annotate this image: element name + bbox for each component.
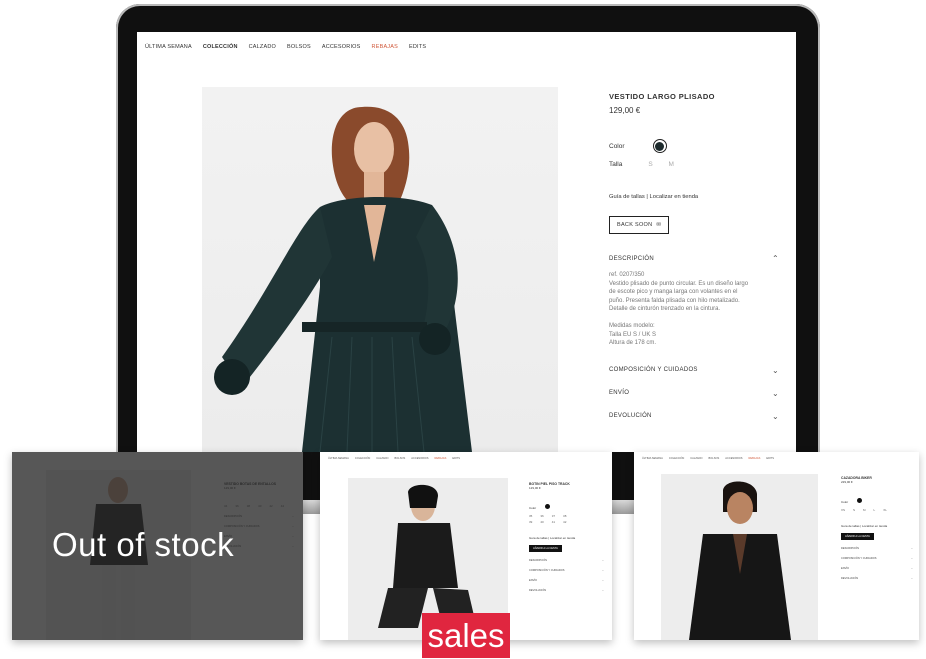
size-option-m[interactable]: M [669,161,674,168]
color-label: Color [609,142,625,150]
model-illustration [689,481,791,640]
product-title: VESTIDO LARGO PLISADO [609,92,715,101]
color-row: Color [609,139,779,153]
card-out-of-stock[interactable]: VESTIDO BOTAS DE ENTALLOS 129,00 € 34363… [12,452,303,640]
laptop-screen: ÚLTIMA SEMANA COLECCIÓN CALZADO BOLSOS A… [137,32,796,452]
chevron-down-icon: ⌄ [771,411,779,421]
product-info: VESTIDO LARGO PLISADO 129,00 € Color Tal… [609,92,779,421]
size-row: Talla S M [609,161,779,168]
size-option-s[interactable]: S [648,161,652,168]
chevron-down-icon: ⌄ [771,388,779,398]
chevron-up-icon: ⌃ [771,254,779,263]
sales-badge: sales [422,613,510,658]
card-sales[interactable]: ÚLTIMA SEMANA COLECCIÓN CALZADO BOLSOS ACCES… [320,452,612,640]
card-b-nav: ÚLTIMA SEMANA COLECCIÓN CALZADO BOLSOS ACCES… [328,457,460,460]
nav-calzado[interactable]: CALZADO [249,44,276,50]
card-c-sizes: XS S M L XL [841,508,887,512]
mail-icon: ✉ [656,222,662,228]
back-soon-label: BACK SOON [617,222,653,228]
card-b-info: BOTIN PIEL PISO TRACK 129,00 € Color 35 3… [529,482,604,592]
add-to-cart-button[interactable]: AÑADIR A LA CESTA [529,545,562,552]
description-text: ref. 0207/350 Vestido plisado de punto c… [609,272,749,347]
nav-coleccion[interactable]: COLECCIÓN [203,44,238,50]
description-header[interactable]: DESCRIPCIÓN ⌃ [609,254,779,263]
nav-ultima-semana[interactable]: ÚLTIMA SEMANA [145,44,192,50]
description-title: DESCRIPCIÓN [609,255,654,262]
product-price: 129,00 € [609,106,641,115]
card-c-info: CAZADORA BIKER 229,00 € Color XS S M L XL Gu… [841,476,913,580]
out-of-stock-label: Out of stock [52,526,235,563]
card-b-color: Color [529,504,604,510]
back-soon-button[interactable]: BACK SOON ✉ [609,216,670,234]
color-swatch-dot [655,141,665,151]
card-b-sizes: 35 36 37 38 [529,514,567,518]
main-nav: ÚLTIMA SEMANA COLECCIÓN CALZADO BOLSOS A… [145,44,426,50]
nav-edits[interactable]: EDITS [409,44,426,50]
description-section: DESCRIPCIÓN ⌃ ref. 0207/350 Vestido plis… [609,254,779,348]
guide-links[interactable]: Guía de tallas | Localizar en tienda [609,194,779,200]
nav-rebajas[interactable]: REBAJAS [372,44,398,50]
product-photo [202,87,558,452]
color-swatch-selected[interactable] [652,139,667,153]
accordion-envio[interactable]: ENVÍO ⌄ [609,389,779,398]
model-illustration [214,106,472,452]
card-c-photo [661,474,818,640]
accordion-devolucion[interactable]: DEVOLUCIÓN ⌄ [609,412,779,421]
card-biker-jacket[interactable]: ÚLTIMA SEMANA COLECCIÓN CALZADO BOLSOS ACCES… [634,452,919,640]
card-c-nav: ÚLTIMA SEMANA COLECCIÓN CALZADO BOLSOS ACCES… [642,457,774,460]
add-to-cart-button[interactable]: AÑADIR A LA CESTA [841,533,874,540]
accordion-composicion[interactable]: COMPOSICIÓN Y CUIDADOS ⌄ [609,366,779,375]
nav-accesorios[interactable]: ACCESORIOS [322,44,361,50]
chevron-down-icon: ⌄ [771,365,779,375]
nav-bolsos[interactable]: BOLSOS [287,44,311,50]
size-label: Talla [609,161,623,168]
